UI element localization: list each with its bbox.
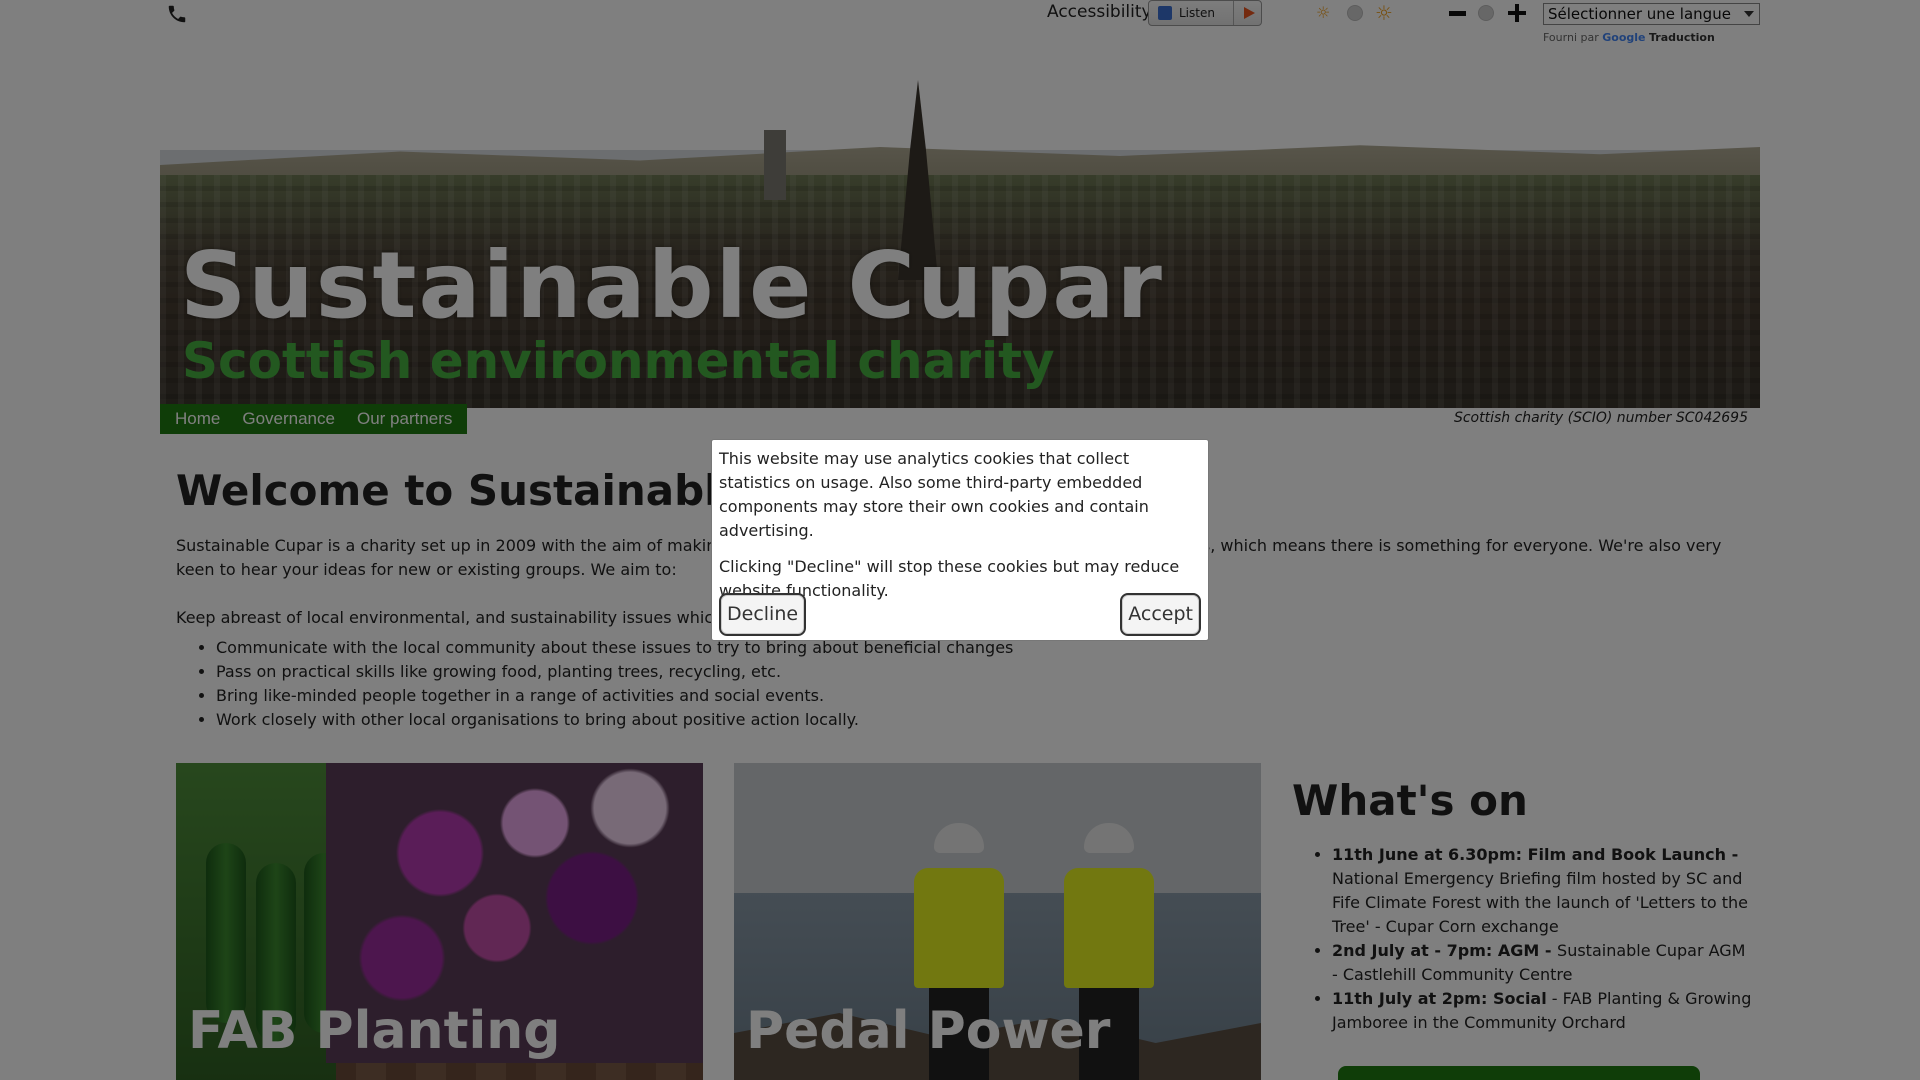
- cookie-notice-text: This website may use analytics cookies t…: [719, 449, 1149, 540]
- accept-button[interactable]: Accept: [1120, 593, 1201, 636]
- decline-button[interactable]: Decline: [719, 593, 807, 636]
- cookie-consent-dialog: This website may use analytics cookies t…: [711, 439, 1209, 641]
